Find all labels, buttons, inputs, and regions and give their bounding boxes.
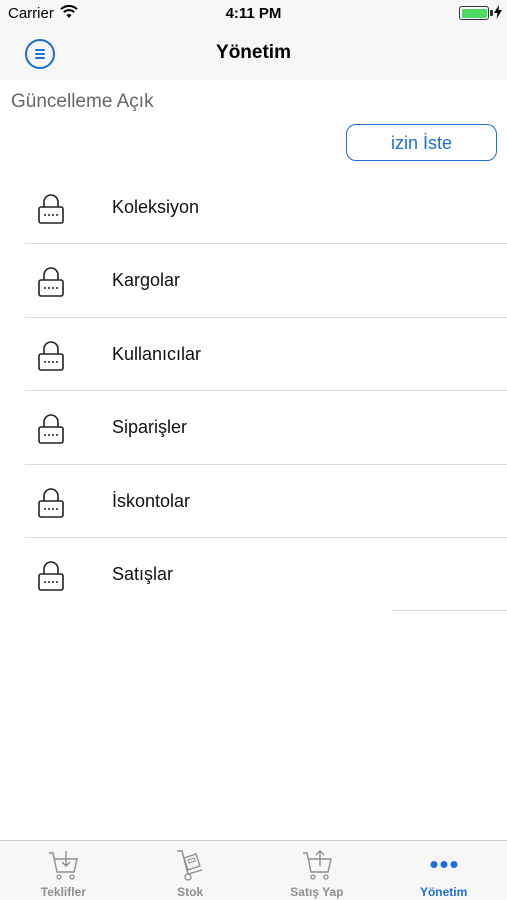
list-item-satislar[interactable]: Satışlar (0, 538, 507, 612)
tab-stok[interactable]: Stok (127, 841, 254, 900)
lock-icon (38, 340, 64, 371)
list-item-label: Kullanıcılar (112, 343, 202, 364)
list-item-label: Siparişler (112, 417, 188, 438)
charging-bolt-icon (494, 5, 502, 19)
lock-icon (38, 561, 64, 591)
more-dots-icon (430, 861, 458, 868)
list-item-kullanicilar[interactable]: Kullanıcılar (0, 318, 507, 392)
battery-icon (459, 6, 489, 20)
cart-upload-icon (302, 850, 332, 880)
list-item-kargolar[interactable]: Kargolar (0, 244, 507, 318)
lock-icon (38, 414, 64, 444)
list-item-siparisler[interactable]: Siparişler (0, 391, 507, 465)
list-item-iskontolar[interactable]: İskontolar (0, 465, 507, 538)
battery-tip (490, 10, 493, 16)
list-item-label: Kargolar (112, 270, 181, 291)
list-item-label: Satışlar (112, 563, 174, 584)
list-item-label: Koleksiyon (112, 197, 200, 217)
tab-label: Stok (177, 885, 204, 899)
tab-satis-yap[interactable]: Satış Yap (254, 841, 381, 900)
tab-label: Yönetim (419, 885, 468, 899)
page-title: Yönetim (216, 42, 291, 63)
list-item-label: İskontolar (112, 490, 191, 511)
divider (392, 610, 507, 612)
list-item-koleksiyon[interactable]: Koleksiyon (0, 171, 507, 245)
lock-icon (38, 267, 64, 298)
tab-yonetim[interactable]: Yönetim (380, 841, 507, 900)
tab-label: Satış Yap (290, 885, 344, 899)
tab-teklifler[interactable]: Teklifler (0, 841, 127, 900)
update-status-label: Güncelleme Açık (11, 91, 154, 112)
management-list: Koleksiyon Kargolar Kullanıcılar Sipariş… (0, 171, 507, 612)
status-bar: Carrier 4:11 PM (0, 0, 507, 28)
hand-truck-icon (177, 850, 203, 881)
tab-bar: Teklifler Stok Satış Yap Yönetim (0, 840, 507, 900)
request-permission-button[interactable]: izin İste (346, 124, 497, 161)
lock-icon (38, 487, 64, 518)
tab-label: Teklifler (40, 885, 86, 899)
status-time: 4:11 PM (225, 5, 282, 22)
lock-icon (38, 194, 64, 224)
cart-download-icon (49, 851, 79, 880)
navigation-bar: Yönetim (0, 28, 507, 80)
